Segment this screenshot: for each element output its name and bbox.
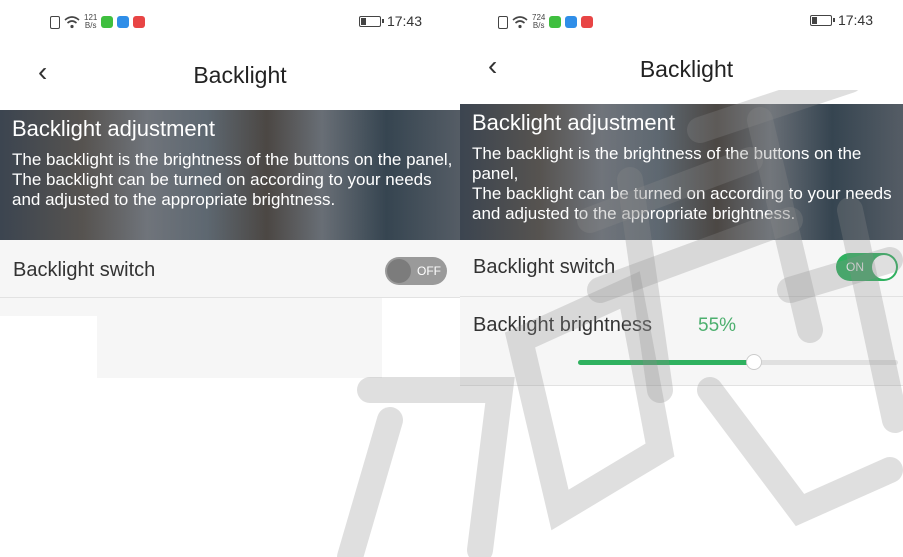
banner-line-1: The backlight is the brightness of the b…: [472, 144, 862, 183]
toggle-text: ON: [846, 260, 864, 274]
backlight-switch-toggle[interactable]: ON: [836, 253, 898, 281]
battery-icon: [809, 14, 835, 26]
banner-description: The backlight is the brightness of the b…: [472, 144, 903, 224]
slider-fill: [578, 360, 754, 365]
app-notification-icon: [581, 16, 594, 28]
banner-title: Backlight adjustment: [12, 116, 215, 141]
speed-unit: B/s: [532, 21, 545, 30]
status-time: 17:43: [837, 12, 873, 28]
app-notification-icon: [133, 16, 146, 28]
toggle-text: OFF: [417, 264, 441, 278]
sim-icon: [50, 15, 60, 29]
toggle-knob: [387, 259, 411, 283]
banner-title: Backlight adjustment: [472, 110, 675, 135]
backlight-switch-row: Backlight switch ON: [460, 240, 903, 297]
backlight-brightness-row: Backlight brightness 55%: [460, 297, 903, 386]
wifi-icon: [64, 16, 80, 29]
backlight-switch-label: Backlight switch: [13, 259, 156, 281]
brightness-percent: 55%: [698, 315, 737, 336]
backlight-info-banner: Backlight adjustment The backlight is th…: [0, 110, 460, 240]
backlight-switch-row: Backlight switch OFF: [0, 240, 460, 298]
page-title: Backlight: [639, 56, 734, 82]
left-screen: 121 B/s 17:43 ‹ Backlight Backlight adjus…: [0, 0, 460, 557]
banner-description: The backlight is the brightness of the b…: [12, 150, 456, 210]
wechat-notification-icon: [549, 16, 562, 28]
backlight-switch-label: Backlight switch: [473, 256, 616, 278]
toggle-knob: [872, 255, 896, 279]
network-speed: 724 B/s: [532, 14, 545, 30]
status-bar: 121 B/s 17:43: [0, 0, 460, 44]
wechat-notification-icon: [101, 16, 114, 28]
wifi-icon: [512, 16, 528, 29]
message-notification-icon: [117, 16, 130, 28]
background-area: [0, 298, 97, 316]
sim-icon: [498, 15, 508, 29]
status-bar: 724 B/s 17:43: [460, 0, 903, 44]
slider-thumb[interactable]: [746, 354, 762, 370]
backlight-brightness-label: Backlight brightness: [473, 314, 652, 336]
backlight-info-banner: Backlight adjustment The backlight is th…: [460, 104, 903, 240]
brightness-slider[interactable]: [578, 354, 898, 370]
banner-line-1: The backlight is the brightness of the b…: [12, 150, 453, 169]
speed-unit: B/s: [84, 21, 97, 30]
header: ‹ Backlight: [0, 50, 460, 104]
network-speed: 121 B/s: [84, 14, 97, 30]
banner-line-2: The backlight can be turned on according…: [472, 184, 892, 223]
status-time: 17:43: [386, 13, 422, 29]
header: ‹ Backlight: [460, 44, 903, 98]
backlight-switch-toggle[interactable]: OFF: [385, 257, 447, 285]
message-notification-icon: [565, 16, 578, 28]
battery-icon: [358, 15, 384, 27]
page-title: Backlight: [193, 62, 287, 88]
background-area: [97, 298, 382, 378]
banner-line-2: The backlight can be turned on according…: [12, 170, 432, 209]
right-screen: 724 B/s 17:43 ‹ Backlight Backlight adjus…: [460, 0, 903, 557]
